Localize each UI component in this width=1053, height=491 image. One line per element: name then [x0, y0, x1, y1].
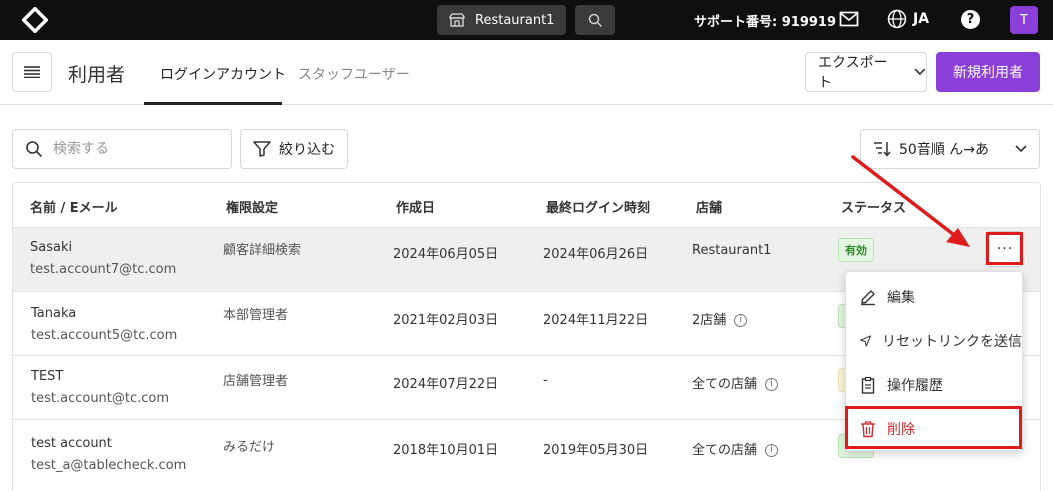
menu-item-label: リセットリンクを送信 [882, 334, 1022, 350]
globe-icon[interactable] [887, 9, 907, 29]
chevron-down-icon [914, 68, 926, 76]
store-name: 全ての店舗 [692, 443, 758, 458]
last-login-date: - [543, 373, 548, 388]
user-email: test.account@tc.com [31, 391, 170, 406]
export-label: エクスポート [818, 55, 888, 91]
venue-name: Restaurant1 [475, 12, 555, 28]
annotation-highlight-more [986, 232, 1023, 265]
filter-label: 絞り込む [279, 142, 335, 158]
mail-icon[interactable] [839, 10, 859, 28]
support-number: サポート番号: 919919 [694, 15, 836, 30]
store-name: 全ての店舗 [692, 377, 758, 392]
user-email: test.account7@tc.com [30, 262, 177, 277]
hamburger-menu-button[interactable] [12, 52, 52, 92]
created-date: 2024年06月05日 [393, 247, 499, 262]
tab-login-accounts[interactable]: ログインアカウント [160, 64, 286, 84]
last-login-date: 2024年06月26日 [543, 247, 649, 262]
info-icon[interactable]: i [734, 314, 748, 327]
store-cell: 2店舗 i [692, 309, 748, 328]
search-box[interactable] [12, 129, 232, 169]
annotation-highlight-delete [845, 406, 1022, 449]
store-cell: 全ての店舗 i [692, 439, 779, 458]
chevron-down-icon [1015, 145, 1027, 153]
user-role: みるだけ [223, 440, 276, 455]
page-title: 利用者 [68, 64, 126, 86]
created-date: 2021年02月03日 [393, 313, 499, 328]
language-selector[interactable]: JA [913, 11, 929, 27]
store-name: Restaurant1 [692, 243, 772, 258]
user-name: test account [31, 436, 112, 451]
last-login-date: 2024年11月22日 [543, 313, 649, 328]
column-header-store[interactable]: 店舗 [696, 197, 722, 216]
menu-item-label: 編集 [887, 290, 915, 306]
created-date: 2018年10月01日 [393, 443, 499, 458]
annotation-arrow-icon [851, 155, 970, 247]
user-email: test_a@tablecheck.com [31, 458, 187, 473]
user-role: 顧客詳細検索 [223, 243, 302, 258]
user-name: Tanaka [31, 306, 77, 321]
new-user-button[interactable]: 新規利用者 [936, 52, 1040, 92]
menu-item-edit[interactable]: 編集 [846, 275, 1022, 319]
hamburger-icon [24, 66, 40, 78]
last-login-date: 2019年05月30日 [543, 443, 649, 458]
user-email: test.account5@tc.com [31, 328, 178, 343]
info-icon[interactable]: i [765, 378, 779, 391]
info-icon[interactable]: i [765, 444, 779, 457]
filter-icon [253, 141, 271, 157]
menu-item-send-reset-link[interactable]: リセットリンクを送信 [846, 319, 1022, 363]
user-role: 店舗管理者 [223, 374, 289, 389]
column-header-last-login[interactable]: 最終ログイン時刻 [546, 197, 650, 216]
tab-staff-users[interactable]: スタッフユーザー [298, 64, 410, 84]
created-date: 2024年07月22日 [393, 377, 499, 392]
clipboard-icon [861, 376, 875, 394]
search-icon [588, 13, 602, 27]
search-input[interactable] [53, 141, 213, 157]
user-role: 本部管理者 [223, 308, 289, 323]
page-header: 利用者 ログインアカウント スタッフユーザー エクスポート 新規利用者 [0, 40, 1053, 105]
send-icon [859, 335, 872, 347]
export-button[interactable]: エクスポート [805, 52, 927, 92]
filter-button[interactable]: 絞り込む [240, 129, 348, 169]
help-icon[interactable]: ? [961, 10, 980, 29]
venue-selector[interactable]: Restaurant1 [437, 5, 566, 35]
top-bar: Restaurant1 サポート番号: 919919 JA ? T [0, 0, 1053, 40]
tablecheck-logo-icon[interactable] [22, 7, 48, 33]
column-header-role[interactable]: 権限設定 [226, 197, 278, 216]
menu-item-history[interactable]: 操作履歴 [846, 363, 1022, 407]
pencil-icon [861, 290, 875, 306]
store-icon [449, 13, 465, 27]
user-name: TEST [31, 369, 64, 384]
user-avatar[interactable]: T [1010, 6, 1038, 34]
store-name: 2店舗 [692, 313, 727, 328]
search-icon [26, 141, 43, 158]
global-search-button[interactable] [575, 5, 615, 35]
column-header-created[interactable]: 作成日 [396, 197, 435, 216]
column-header-name[interactable]: 名前 / Eメール [30, 197, 118, 216]
store-cell: 全ての店舗 i [692, 373, 779, 392]
active-tab-indicator [144, 102, 282, 105]
menu-item-label: 操作履歴 [887, 378, 943, 394]
user-name: Sasaki [30, 240, 73, 255]
